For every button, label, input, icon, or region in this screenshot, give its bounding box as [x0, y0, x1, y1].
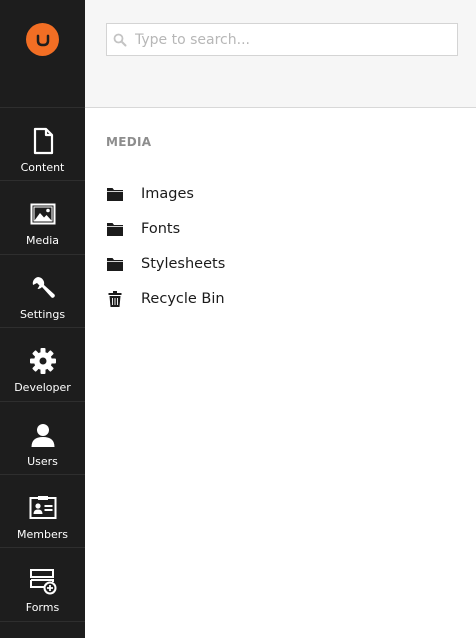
- sidebar-item-label: Content: [20, 161, 65, 174]
- sidebar-item-label: Settings: [19, 307, 66, 321]
- tree-item-label: Recycle Bin: [141, 290, 225, 307]
- header: [85, 0, 476, 108]
- tree-item-label: Fonts: [141, 220, 181, 237]
- sidebar-item-label: Users: [27, 454, 58, 468]
- tree-item-label: Stylesheets: [141, 255, 226, 272]
- sidebar-item-label: Members: [17, 527, 68, 541]
- gear-icon: [29, 348, 56, 375]
- image-icon: [30, 203, 55, 225]
- folder-icon: [107, 222, 123, 236]
- tree-item-label: Images: [141, 185, 194, 202]
- folder-icon: [107, 257, 123, 271]
- sidebar-item-users[interactable]: Users: [0, 402, 85, 475]
- sidebar-item-label: Media: [25, 234, 60, 248]
- user-icon: [31, 423, 54, 447]
- sidebar-item-developer[interactable]: Developer: [0, 328, 85, 402]
- search-icon: [113, 33, 127, 46]
- sidebar-item-label: Developer: [14, 381, 71, 395]
- sidebar-item-content[interactable]: Content: [0, 108, 85, 182]
- tree-item-images[interactable]: Images: [106, 176, 225, 211]
- sidebar-item-media[interactable]: Media: [0, 181, 85, 255]
- sidebar: Content Media Settings Developer Users M…: [0, 0, 85, 638]
- tree-item-recycle-bin[interactable]: Recycle Bin: [106, 281, 225, 316]
- sidebar-item-label: Forms: [25, 601, 60, 615]
- section-title: MEDIA: [106, 135, 152, 149]
- id-card-icon: [29, 495, 56, 519]
- umbraco-logo-icon[interactable]: [26, 23, 59, 56]
- folder-icon: [107, 187, 123, 201]
- tree-item-stylesheets[interactable]: Stylesheets: [106, 246, 225, 281]
- trash-icon: [108, 290, 122, 307]
- search-box[interactable]: [106, 23, 458, 56]
- wrench-icon: [32, 276, 55, 298]
- media-tree: Images Fonts Stylesheets Recycle Bin: [106, 176, 225, 316]
- logo-area: [0, 0, 85, 108]
- sidebar-item-settings[interactable]: Settings: [0, 255, 85, 329]
- sidebar-item-members[interactable]: Members: [0, 475, 85, 549]
- document-icon: [33, 127, 53, 155]
- form-add-icon: [29, 569, 56, 595]
- search-input[interactable]: [135, 31, 435, 48]
- tree-item-fonts[interactable]: Fonts: [106, 211, 225, 246]
- sidebar-item-forms[interactable]: Forms: [0, 548, 85, 622]
